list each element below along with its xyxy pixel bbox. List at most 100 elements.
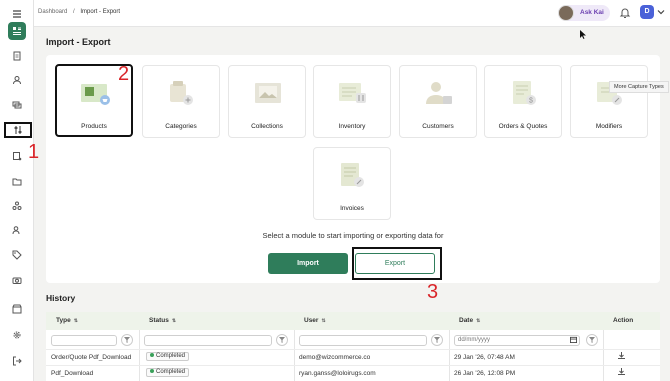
sort-icon[interactable]: ⇅	[74, 318, 78, 324]
module-card-inventory[interactable]: Inventory	[313, 65, 391, 138]
dashboard-icon[interactable]	[8, 22, 26, 40]
cell-date: 29 Jan '26, 07:48 AM	[454, 354, 515, 361]
status-text: Completed	[156, 369, 186, 375]
tag-icon[interactable]	[8, 246, 26, 264]
date-placeholder: dd/mm/yyyy	[458, 337, 491, 343]
customers-icon	[422, 78, 456, 110]
sort-icon[interactable]: ⇅	[476, 318, 480, 324]
menu-icon[interactable]	[8, 5, 26, 23]
logout-icon[interactable]	[8, 352, 26, 370]
module-label: Modifiers	[595, 123, 623, 130]
camera-icon[interactable]	[8, 271, 26, 289]
collections-icon	[251, 78, 285, 110]
module-selection-prompt: Select a module to start importing or ex…	[262, 231, 444, 240]
capture-types-tooltip: More Capture Types	[609, 81, 669, 93]
module-card-invoices[interactable]: Invoices	[313, 147, 391, 220]
invoices-icon	[336, 160, 370, 192]
user-filter-icon[interactable]	[431, 334, 443, 346]
account-avatar[interactable]: D	[640, 5, 654, 19]
import-export-sliders-icon[interactable]	[4, 122, 32, 138]
download-icon[interactable]	[617, 351, 626, 360]
module-card-collections[interactable]: Collections	[228, 65, 306, 138]
cell-type: Pdf_Download	[51, 370, 94, 377]
notification-bell-icon[interactable]	[619, 7, 631, 19]
download-icon[interactable]	[617, 367, 626, 376]
modules-panel: Products Categories Collections Inventor…	[46, 55, 660, 303]
settings-gear-icon[interactable]	[8, 326, 26, 344]
cell-user: demo@wizcommerce.co	[299, 354, 371, 361]
module-label: Orders & Quotes	[498, 123, 548, 130]
status-badge: Completed	[146, 352, 190, 361]
column-label: Date	[459, 317, 474, 324]
column-header-action: Action	[613, 317, 634, 324]
date-filter-icon[interactable]	[586, 334, 598, 346]
kai-avatar	[558, 5, 574, 21]
user-filter-input[interactable]	[299, 335, 427, 346]
module-label: Invoices	[340, 205, 364, 212]
module-card-orders-quotes[interactable]: $ Orders & Quotes	[484, 65, 562, 138]
inventory-icon	[336, 78, 370, 110]
column-header-user[interactable]: User ⇅	[304, 317, 326, 324]
export-button[interactable]: Export	[355, 253, 435, 274]
module-label: Customers	[422, 123, 454, 130]
chevron-down-icon[interactable]	[657, 8, 665, 16]
breadcrumb-dashboard-link[interactable]: Dashboard	[38, 9, 67, 15]
row-divider	[46, 365, 660, 366]
column-label: Type	[56, 317, 71, 324]
products-icon	[79, 78, 113, 110]
history-title: History	[46, 293, 76, 303]
sort-icon[interactable]: ⇅	[172, 318, 176, 324]
column-label: Status	[149, 317, 169, 324]
calendar-icon[interactable]	[570, 336, 577, 343]
module-label: Categories	[165, 123, 197, 130]
mouse-cursor-icon	[580, 30, 586, 39]
network-icon[interactable]	[8, 197, 26, 215]
column-divider	[603, 330, 604, 381]
module-label: Collections	[251, 123, 283, 130]
annotation-number-2: 2	[118, 63, 130, 85]
status-text: Completed	[156, 353, 186, 359]
import-button[interactable]: Import	[268, 253, 348, 274]
team-icon[interactable]	[8, 221, 26, 239]
status-dot	[150, 369, 154, 373]
module-label: Products	[81, 123, 107, 130]
cell-user: ryan.ganss@loloirugs.com	[299, 370, 376, 377]
table-header: Type ⇅ Status ⇅ User ⇅ Date ⇅ Action	[46, 312, 660, 330]
cell-date: 26 Jan '26, 12:08 PM	[454, 370, 516, 377]
type-filter-input[interactable]	[51, 335, 117, 346]
module-card-customers[interactable]: Customers	[399, 65, 477, 138]
ask-kai-label: Ask Kai	[580, 9, 604, 16]
module-label: Inventory	[338, 123, 366, 130]
chat-icon[interactable]	[8, 96, 26, 114]
history-table: Type ⇅ Status ⇅ User ⇅ Date ⇅ Action dd/mm/y…	[46, 312, 660, 381]
column-header-date[interactable]: Date ⇅	[459, 317, 480, 324]
module-card-categories[interactable]: Categories	[142, 65, 220, 138]
column-divider	[139, 330, 140, 381]
categories-icon	[165, 78, 199, 110]
orders-quotes-icon: $	[507, 78, 541, 110]
column-label: User	[304, 317, 319, 324]
storefront-icon[interactable]	[8, 300, 26, 318]
annotation-number-1: 1	[28, 141, 40, 163]
document-icon[interactable]	[8, 47, 26, 65]
column-divider	[294, 330, 295, 381]
clipboard-cart-icon[interactable]	[8, 147, 26, 165]
breadcrumb-separator: /	[73, 9, 75, 15]
column-header-status[interactable]: Status ⇅	[149, 317, 176, 324]
annotation-number-3: 3	[427, 281, 439, 303]
row-divider	[46, 349, 660, 350]
module-card-modifiers[interactable]: Modifiers	[570, 65, 648, 138]
status-dot	[150, 353, 154, 357]
date-filter-input[interactable]: dd/mm/yyyy	[454, 335, 580, 346]
folder-icon[interactable]	[8, 172, 26, 190]
type-filter-icon[interactable]	[121, 334, 133, 346]
user-icon[interactable]	[8, 71, 26, 89]
status-badge: Completed	[146, 368, 190, 377]
sort-icon[interactable]: ⇅	[321, 318, 325, 324]
cell-type: Order/Quote Pdf_Download	[51, 354, 132, 361]
svg-text:$: $	[529, 98, 533, 105]
status-filter-icon[interactable]	[276, 334, 288, 346]
status-filter-input[interactable]	[144, 335, 272, 346]
column-header-type[interactable]: Type ⇅	[56, 317, 78, 324]
breadcrumb: Dashboard / Import - Export	[38, 9, 124, 15]
